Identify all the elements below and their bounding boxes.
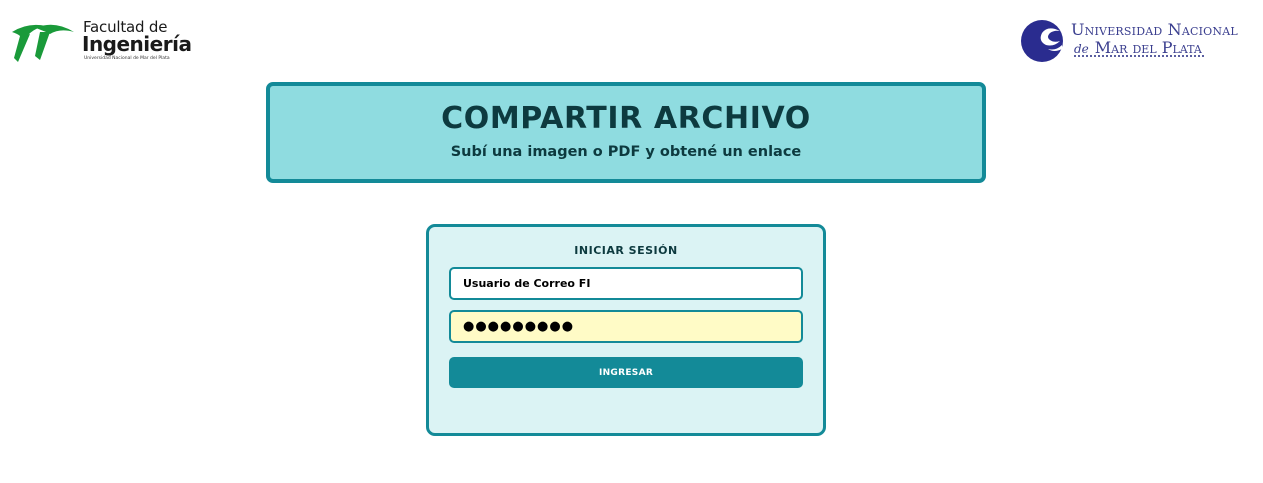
faculty-logo-line3: Universidad Nacional de Mar del Plata: [84, 56, 170, 61]
university-logo-line1: Universidad Nacional: [1071, 20, 1238, 39]
faculty-logo: Facultad de Ingeniería Universidad Nacio…: [10, 16, 192, 66]
page-subtitle: Subí una imagen o PDF y obtené un enlace: [450, 144, 802, 160]
university-logo: Universidad Nacional de Mar del Plata: [1020, 18, 1252, 66]
login-title: INICIAR SESIÓN: [574, 244, 678, 257]
faculty-logo-line2: Ingeniería: [82, 32, 192, 56]
username-input[interactable]: Usuario de Correo FI: [449, 267, 803, 300]
page-title: COMPARTIR ARCHIVO: [441, 101, 811, 136]
university-logo-de: de: [1074, 42, 1089, 56]
university-logo-dots: [1074, 55, 1204, 57]
university-logo-icon: [1021, 20, 1063, 62]
login-card: INICIAR SESIÓN Usuario de Correo FI ●●●●…: [426, 224, 826, 436]
header-banner: COMPARTIR ARCHIVO Subí una imagen o PDF …: [266, 82, 986, 183]
login-button[interactable]: INGRESAR: [449, 357, 803, 388]
faculty-logo-icon: [12, 24, 74, 62]
password-input[interactable]: ●●●●●●●●●: [449, 310, 803, 343]
